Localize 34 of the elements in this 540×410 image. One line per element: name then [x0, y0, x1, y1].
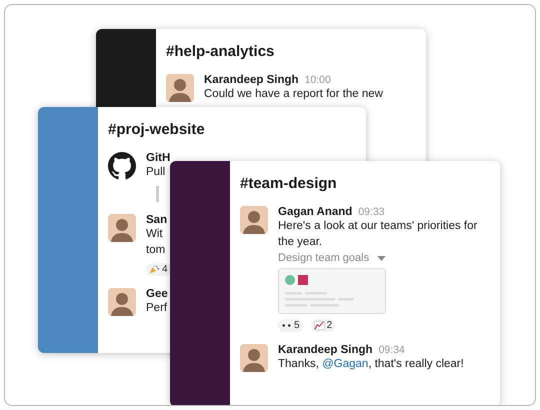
- chart-up-icon: [314, 321, 325, 330]
- author-name: Gee: [146, 288, 168, 300]
- message-text: Could we have a report for the new: [204, 87, 383, 102]
- message-text: Wit: [146, 227, 164, 242]
- eyes-icon: [281, 321, 292, 330]
- party-popper-icon: [149, 265, 160, 274]
- reaction-button[interactable]: 2: [310, 319, 336, 332]
- message-text: Thanks, @Gagan, that's really clear!: [278, 357, 464, 372]
- avatar-silhouette-icon: [240, 344, 268, 372]
- channel-title: #proj-website: [108, 121, 206, 138]
- message-time: 09:33: [358, 206, 385, 218]
- attachment-title[interactable]: Design team goals: [278, 252, 370, 264]
- avatar-silhouette-icon: [108, 214, 136, 242]
- author-name: Karandeep Singh: [278, 344, 373, 356]
- message-time: 09:34: [378, 344, 405, 356]
- message-text: Pull: [146, 165, 166, 180]
- author-name: GitH: [146, 152, 170, 164]
- mention-link[interactable]: @Gagan: [322, 358, 368, 370]
- message-text: tom: [146, 243, 166, 258]
- avatar-silhouette-icon: [166, 74, 194, 102]
- github-icon: [108, 152, 136, 180]
- author-name: San: [146, 214, 168, 226]
- reaction-button[interactable]: 4: [146, 263, 171, 276]
- author-name: Karandeep Singh: [204, 74, 299, 86]
- reaction-button[interactable]: 5: [278, 319, 303, 332]
- author-name: Gagan Anand: [278, 206, 352, 218]
- message-text: Perf: [146, 301, 168, 316]
- avatar-silhouette-icon: [108, 288, 136, 316]
- channel-title: #team-design: [240, 175, 338, 192]
- channel-title: #help-analytics: [166, 43, 276, 60]
- message-time: 10:00: [304, 74, 331, 86]
- caret-icon[interactable]: [377, 256, 386, 260]
- message-text: Here's a look at our teams' priorities for the year.: [278, 219, 478, 250]
- avatar-silhouette-icon: [240, 206, 268, 234]
